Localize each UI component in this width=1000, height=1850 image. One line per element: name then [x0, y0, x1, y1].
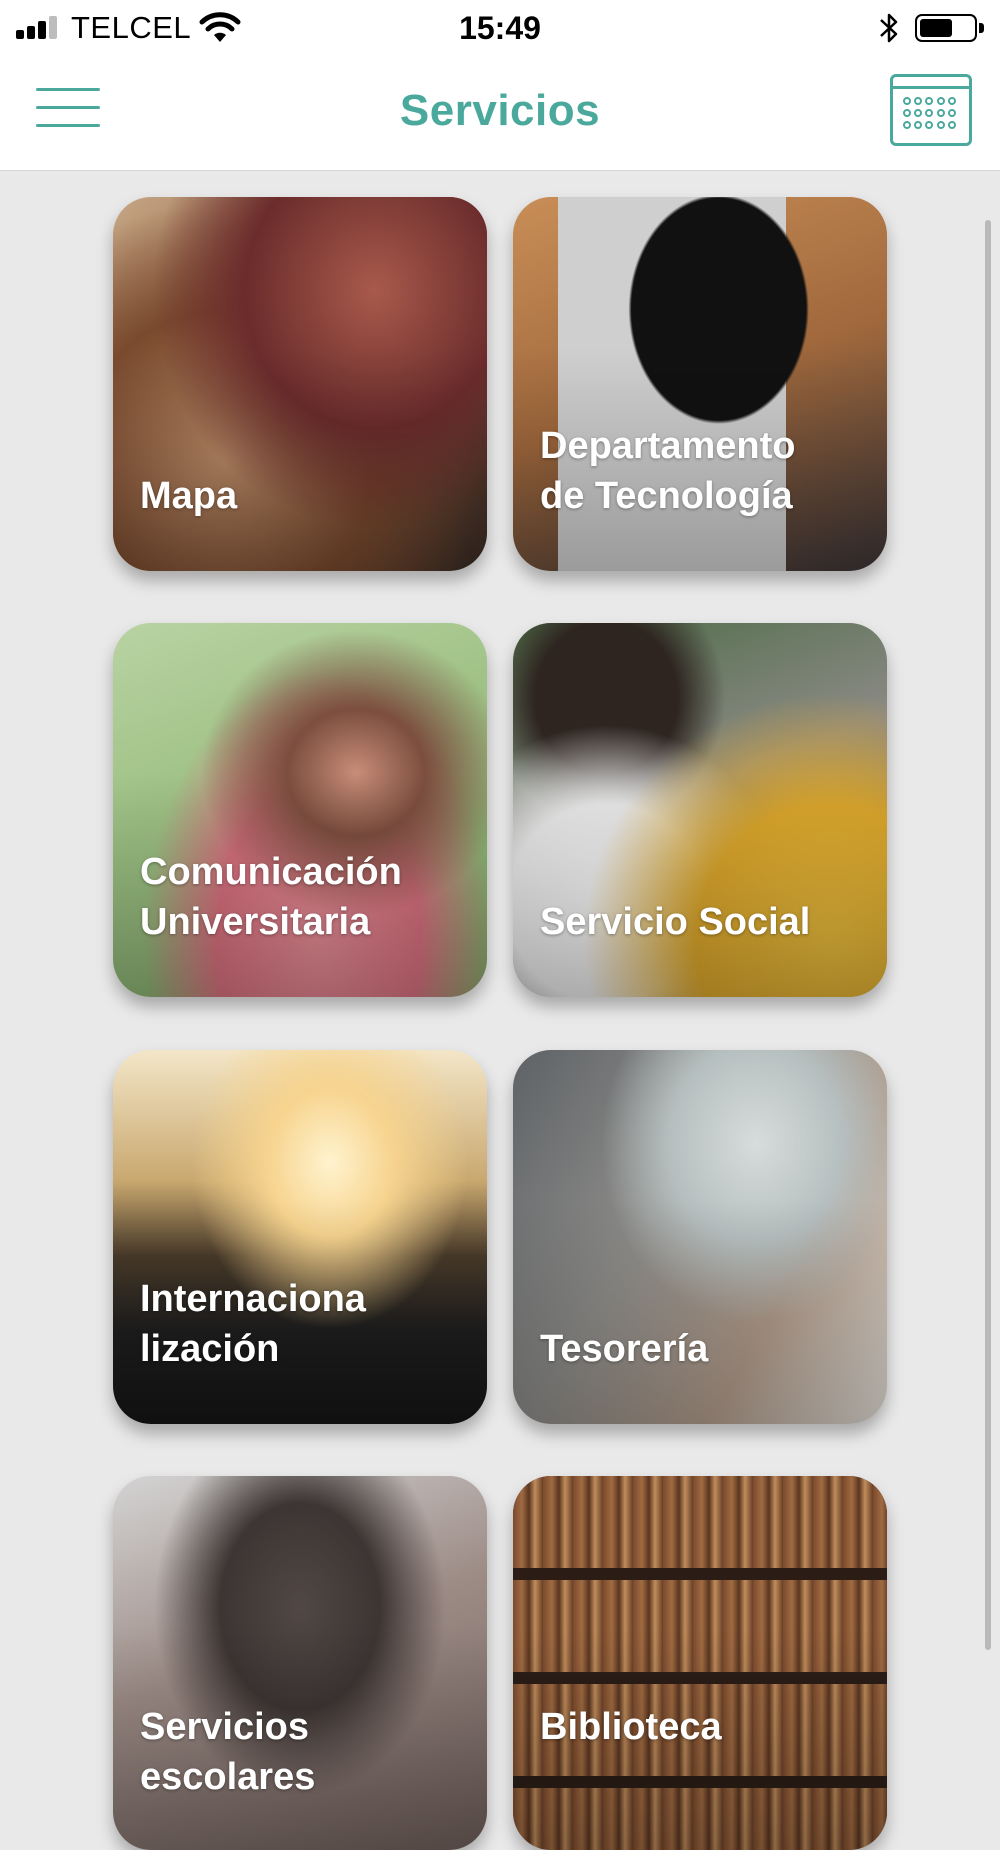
- nav-header: Servicios: [0, 56, 1000, 171]
- tile-label: Tesorería: [540, 1328, 709, 1370]
- service-tile-biblioteca[interactable]: Biblioteca: [513, 1476, 887, 1850]
- service-tile-mapa[interactable]: Mapa: [113, 197, 487, 571]
- page-title: Servicios: [399, 86, 601, 135]
- tile-label: Servicio Social: [540, 901, 811, 943]
- tile-label: Mapa: [140, 475, 238, 517]
- battery-icon: [915, 14, 984, 42]
- status-bar: TELCEL 15:49: [0, 0, 1000, 56]
- service-tile-servicios-escolares[interactable]: Servicios escolares: [113, 1476, 487, 1850]
- tile-label: Internaciona lización: [140, 1278, 366, 1370]
- bluetooth-icon: [880, 13, 898, 43]
- service-tile-departamento-tecnologia[interactable]: Departamento de Tecnología: [513, 197, 887, 571]
- tile-label: Servicios escolares: [140, 1706, 316, 1798]
- scrollbar[interactable]: [985, 220, 991, 1650]
- service-tile-tesoreria[interactable]: Tesorería: [513, 1050, 887, 1424]
- calendar-icon[interactable]: [890, 74, 972, 146]
- clock: 15:49: [459, 10, 541, 46]
- service-tile-comunicacion-universitaria[interactable]: Comunicación Universitaria: [113, 623, 487, 997]
- service-tile-internacionalizacion[interactable]: Internaciona lización: [113, 1050, 487, 1424]
- service-tile-servicio-social[interactable]: Servicio Social: [513, 623, 887, 997]
- tile-label: Departamento de Tecnología: [540, 425, 796, 517]
- tile-label: Comunicación Universitaria: [140, 851, 402, 943]
- tile-label: Biblioteca: [540, 1706, 722, 1748]
